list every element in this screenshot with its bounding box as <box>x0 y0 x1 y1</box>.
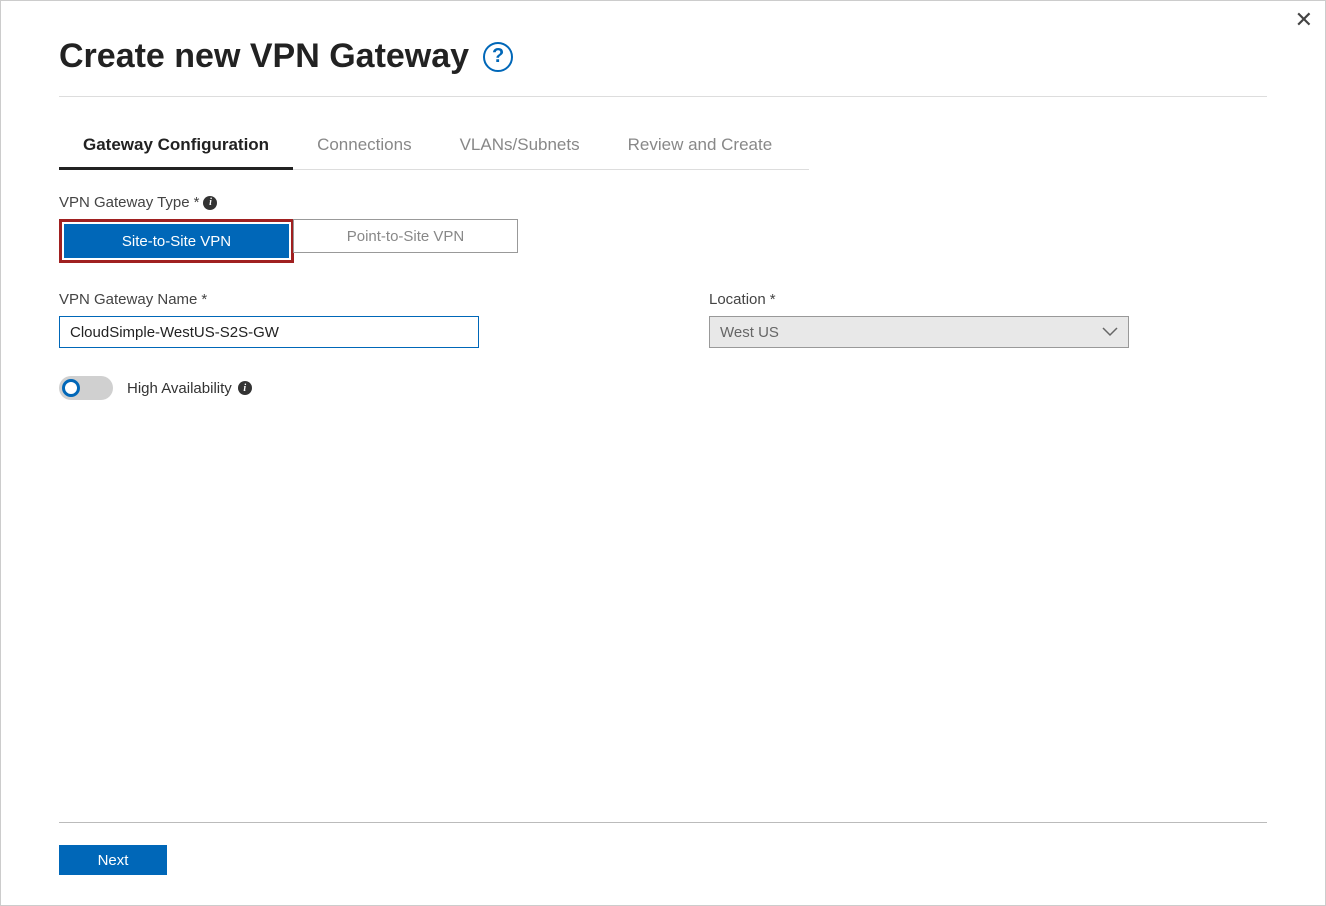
location-select[interactable]: West US <box>709 316 1129 348</box>
help-icon[interactable]: ? <box>483 42 513 72</box>
name-field-group: VPN Gateway Name * <box>59 291 479 348</box>
chevron-down-icon <box>1102 324 1118 341</box>
label-text: VPN Gateway Name <box>59 291 197 308</box>
vpn-gateway-name-input[interactable] <box>59 316 479 348</box>
label-text: Location <box>709 291 766 308</box>
toggle-knob <box>62 379 80 397</box>
tab-review-and-create[interactable]: Review and Create <box>604 125 797 170</box>
next-button[interactable]: Next <box>59 845 167 875</box>
required-indicator: * <box>194 194 200 211</box>
select-value: West US <box>720 324 779 341</box>
high-availability-toggle[interactable] <box>59 376 113 400</box>
vpn-gateway-type-label: VPN Gateway Type * i <box>59 194 1267 211</box>
label-text: High Availability <box>127 380 232 397</box>
vpn-gateway-type-group: Site-to-Site VPN Point-to-Site VPN <box>59 219 1267 263</box>
vpn-gateway-name-label: VPN Gateway Name * <box>59 291 479 308</box>
required-indicator: * <box>201 291 207 308</box>
tabs: Gateway Configuration Connections VLANs/… <box>59 125 809 170</box>
type-option-point-to-site[interactable]: Point-to-Site VPN <box>293 219 518 253</box>
info-icon[interactable]: i <box>238 381 252 395</box>
tab-gateway-configuration[interactable]: Gateway Configuration <box>59 125 293 170</box>
location-field-group: Location * West US <box>709 291 1129 348</box>
footer: Next <box>59 822 1267 875</box>
high-availability-label: High Availability i <box>127 380 252 397</box>
location-label: Location * <box>709 291 1129 308</box>
required-indicator: * <box>770 291 776 308</box>
divider <box>59 96 1267 97</box>
type-option-site-to-site[interactable]: Site-to-Site VPN <box>64 224 289 258</box>
info-icon[interactable]: i <box>203 196 217 210</box>
label-text: VPN Gateway Type <box>59 194 190 211</box>
close-icon[interactable]: ✕ <box>1295 9 1313 31</box>
page-title: Create new VPN Gateway <box>59 37 469 76</box>
tab-connections[interactable]: Connections <box>293 125 436 170</box>
tab-vlans-subnets[interactable]: VLANs/Subnets <box>436 125 604 170</box>
highlight-box: Site-to-Site VPN <box>59 219 294 263</box>
